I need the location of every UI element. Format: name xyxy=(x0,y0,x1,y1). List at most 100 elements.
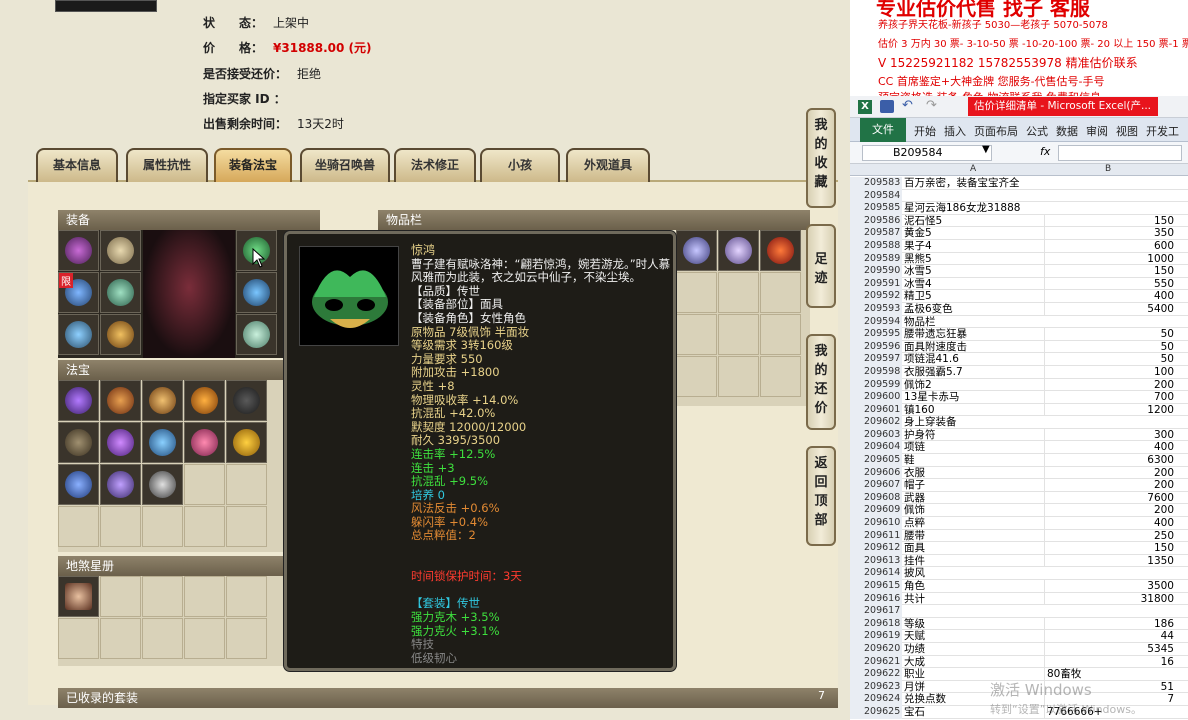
row-number[interactable]: 209617 xyxy=(850,605,902,618)
cell-a[interactable]: 衣服 xyxy=(904,467,1044,480)
inventory-slot-8[interactable] xyxy=(718,314,759,355)
save-icon[interactable] xyxy=(880,100,894,113)
row-number[interactable]: 209585 xyxy=(850,202,902,215)
row-number[interactable]: 209607 xyxy=(850,479,902,492)
cell-a[interactable]: 精卫5 xyxy=(904,290,1044,303)
cell-a[interactable]: 帽子 xyxy=(904,479,1044,492)
row-number[interactable]: 209619 xyxy=(850,630,902,643)
equip-slot-6[interactable] xyxy=(100,314,141,355)
tab-children[interactable]: 小孩 xyxy=(480,148,560,182)
cell-a[interactable]: 腰带遗忘狂暴 xyxy=(904,328,1044,341)
cell-b[interactable]: 200 xyxy=(1044,466,1174,480)
cell-b[interactable]: 50 xyxy=(1044,353,1174,366)
row-number[interactable]: 209597 xyxy=(850,353,902,366)
cell-b[interactable]: 31800 xyxy=(1044,592,1174,606)
cell-a[interactable]: 角色 xyxy=(904,580,1044,593)
cell-b[interactable]: 3500 xyxy=(1044,580,1174,593)
cell-a[interactable]: 百万亲密，装备宝宝齐全 xyxy=(904,177,1044,190)
tab-basic-info[interactable]: 基本信息 xyxy=(36,148,118,182)
cell-a[interactable]: 面具 xyxy=(904,542,1044,555)
inventory-slot-11[interactable] xyxy=(718,356,759,397)
tianshu-slot-3[interactable] xyxy=(142,576,183,617)
cell-a[interactable]: 等级 xyxy=(904,618,1044,631)
cell-b[interactable]: 700 xyxy=(1044,391,1174,404)
cell-a[interactable]: 武器 xyxy=(904,492,1044,505)
ribbon-tab-page-layout[interactable]: 页面布局 xyxy=(974,123,1018,139)
tianshu-slot-1[interactable] xyxy=(58,576,99,617)
inventory-slot-6[interactable] xyxy=(760,272,801,313)
row-number[interactable]: 209622 xyxy=(850,668,902,681)
inventory-slot-4[interactable] xyxy=(676,272,717,313)
equip-slot-1[interactable] xyxy=(58,230,99,271)
row-number[interactable]: 209600 xyxy=(850,391,902,404)
inventory-slot-12[interactable] xyxy=(760,356,801,397)
tianshu-slot-2[interactable] xyxy=(100,576,141,617)
inventory-slot-9[interactable] xyxy=(760,314,801,355)
inventory-slot-3[interactable] xyxy=(760,230,801,271)
treasure-slot-14[interactable] xyxy=(184,464,225,505)
treasure-slot-4[interactable] xyxy=(184,380,225,421)
tianshu-slot-10[interactable] xyxy=(226,618,267,659)
row-number[interactable]: 209616 xyxy=(850,592,902,606)
row-number[interactable]: 209625 xyxy=(850,705,902,719)
inventory-slot-1[interactable] xyxy=(676,230,717,271)
cell-a[interactable]: 泥石怪5 xyxy=(904,215,1044,228)
row-number[interactable]: 209587 xyxy=(850,227,902,240)
cell-b[interactable]: 550 xyxy=(1044,277,1174,291)
cell-a[interactable]: 身上穿装备 xyxy=(904,416,1044,429)
cell-a[interactable]: 披风 xyxy=(904,567,1044,580)
cell-a[interactable]: 孟极6变色 xyxy=(904,303,1044,316)
treasure-slot-17[interactable] xyxy=(100,506,141,547)
treasure-slot-18[interactable] xyxy=(142,506,183,547)
cell-b[interactable]: 100 xyxy=(1044,365,1174,379)
treasure-slot-12[interactable] xyxy=(100,464,141,505)
cell-b[interactable]: 400 xyxy=(1044,517,1174,530)
cell-b[interactable]: 1200 xyxy=(1044,403,1174,417)
row-number[interactable]: 209601 xyxy=(850,403,902,417)
row-number[interactable]: 209624 xyxy=(850,693,902,706)
row-number[interactable]: 209618 xyxy=(850,617,902,631)
my-counteroffers-button[interactable]: 我的还价 xyxy=(806,334,836,430)
fx-icon[interactable]: fx xyxy=(1040,145,1050,158)
row-number[interactable]: 209623 xyxy=(850,680,902,694)
cell-a[interactable]: 挂件 xyxy=(904,555,1044,568)
inventory-slot-10[interactable] xyxy=(676,356,717,397)
cell-a[interactable]: 面具附速度击 xyxy=(904,341,1044,354)
row-number[interactable]: 209612 xyxy=(850,542,902,555)
cell-b[interactable]: 1000 xyxy=(1044,252,1174,266)
cell-a[interactable]: 黑熊5 xyxy=(904,253,1044,266)
row-number[interactable]: 209621 xyxy=(850,655,902,669)
treasure-slot-7[interactable] xyxy=(100,422,141,463)
redo-icon[interactable]: ↷ xyxy=(926,98,937,113)
ribbon-tab-home[interactable]: 开始 xyxy=(914,123,936,139)
row-number[interactable]: 209603 xyxy=(850,428,902,442)
cell-b[interactable]: 200 xyxy=(1044,378,1174,392)
row-number[interactable]: 209596 xyxy=(850,340,902,354)
cell-a[interactable]: 冰雪5 xyxy=(904,265,1044,278)
name-box-dropdown-icon[interactable]: ▼ xyxy=(982,144,990,155)
tab-attributes[interactable]: 属性抗性 xyxy=(126,148,208,182)
treasure-slot-9[interactable] xyxy=(184,422,225,463)
equip-slot-5[interactable] xyxy=(58,314,99,355)
row-number[interactable]: 209620 xyxy=(850,642,902,656)
tianshu-slot-6[interactable] xyxy=(58,618,99,659)
row-number[interactable]: 209604 xyxy=(850,441,902,455)
treasure-slot-6[interactable] xyxy=(58,422,99,463)
treasure-slot-3[interactable] xyxy=(142,380,183,421)
cell-a[interactable]: 点粹 xyxy=(904,517,1044,530)
column-a-header[interactable]: A xyxy=(970,164,976,174)
cell-b[interactable]: 50 xyxy=(1044,328,1174,341)
row-number[interactable]: 209599 xyxy=(850,378,902,392)
cell-a[interactable]: 功绩 xyxy=(904,643,1044,656)
row-number[interactable]: 209598 xyxy=(850,365,902,379)
row-number[interactable]: 209608 xyxy=(850,491,902,505)
treasure-slot-10[interactable] xyxy=(226,422,267,463)
treasure-slot-16[interactable] xyxy=(58,506,99,547)
ribbon-tab-formulas[interactable]: 公式 xyxy=(1026,123,1048,139)
cell-a[interactable]: 佩饰 xyxy=(904,504,1044,517)
treasure-slot-20[interactable] xyxy=(226,506,267,547)
tianshu-slot-4[interactable] xyxy=(184,576,225,617)
cell-a[interactable]: 项链 xyxy=(904,441,1044,454)
row-number[interactable]: 209588 xyxy=(850,239,902,253)
row-number[interactable]: 209615 xyxy=(850,580,902,593)
